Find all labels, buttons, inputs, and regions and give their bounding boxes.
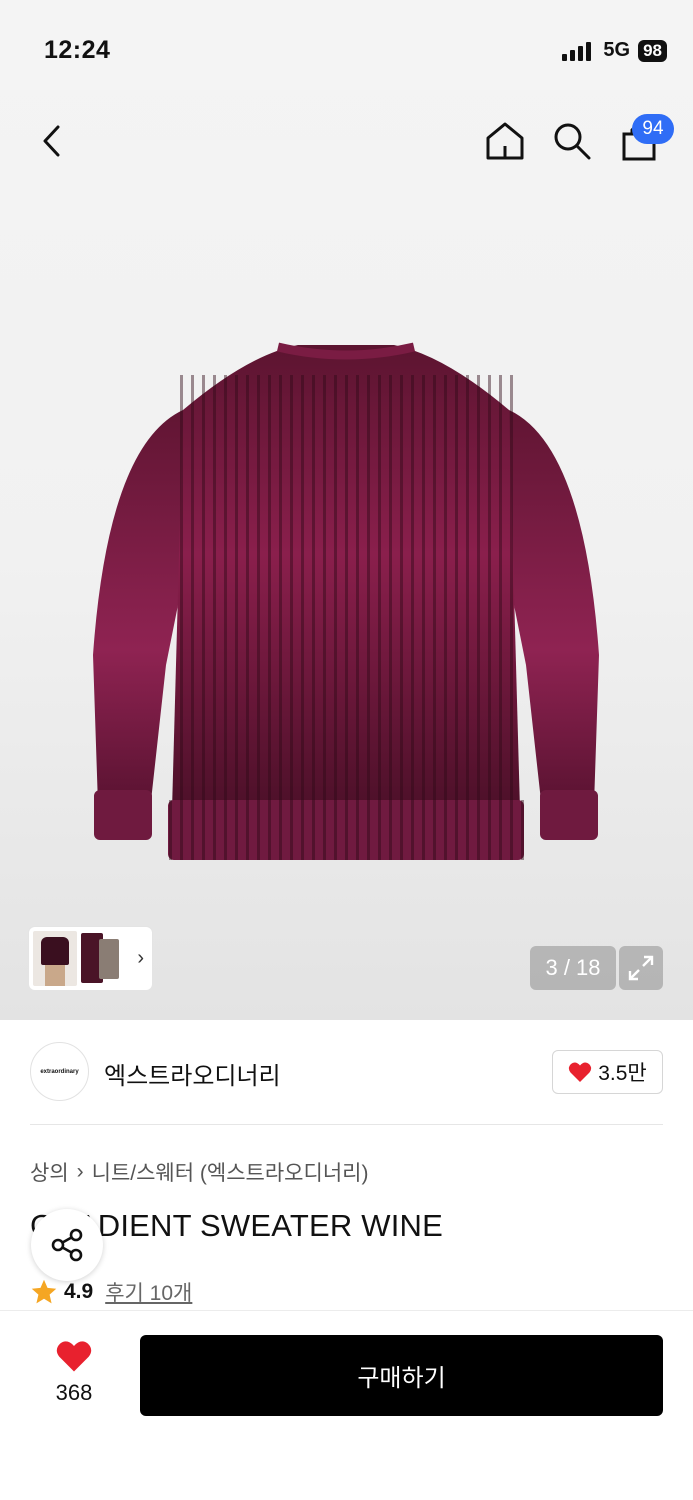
rating: 4.9 후기 10개 [30, 1277, 192, 1307]
back-button[interactable] [30, 118, 76, 164]
product-image-area[interactable]: 12:24 5G 98 94 › 3 / 18 [0, 0, 693, 1020]
home-icon [486, 122, 524, 160]
share-button[interactable] [31, 1209, 103, 1281]
heart-icon [569, 1062, 592, 1082]
status-indicators: 5G 98 [562, 39, 667, 62]
brand-like-button[interactable]: 3.5만 [552, 1050, 663, 1094]
breadcrumb-category[interactable]: 상의 [30, 1157, 69, 1187]
product-photo[interactable] [88, 335, 604, 865]
chevron-right-icon: › [137, 947, 144, 969]
search-button[interactable] [547, 116, 597, 166]
wishlist-count: 368 [55, 1380, 93, 1405]
home-button[interactable] [480, 116, 530, 166]
brand-row[interactable]: extraordinary 엑스트라오디너리 3.5만 [30, 1040, 663, 1102]
status-time: 12:24 [44, 36, 111, 64]
share-icon [51, 1228, 83, 1262]
review-link[interactable]: 후기 10개 [105, 1277, 192, 1307]
brand-logo[interactable]: extraordinary [30, 1042, 89, 1101]
brand-name[interactable]: 엑스트라오디너리 [104, 1056, 281, 1091]
breadcrumb-subcategory[interactable]: 니트/스웨터 (엑스트라오디너리) [92, 1157, 369, 1187]
battery-icon: 98 [638, 39, 667, 62]
heart-icon [56, 1341, 92, 1372]
chevron-left-icon [43, 125, 60, 157]
bottom-action-bar: 368 구매하기 [0, 1310, 693, 1500]
thumbnail-strip[interactable]: › [29, 927, 152, 990]
cart-count-badge: 94 [632, 114, 674, 144]
search-icon [554, 123, 591, 160]
divider [30, 1124, 663, 1125]
network-type: 5G [603, 39, 631, 61]
buy-button[interactable]: 구매하기 [140, 1335, 663, 1416]
breadcrumb: 상의 › 니트/스웨터 (엑스트라오디너리) [30, 1157, 368, 1187]
thumbnail-images[interactable] [33, 931, 123, 986]
star-icon [31, 1279, 57, 1304]
expand-button[interactable] [619, 946, 663, 990]
chevron-right-icon: › [76, 1160, 84, 1183]
expand-icon [628, 955, 654, 981]
image-counter: 3 / 18 [530, 946, 616, 990]
brand-logo-text: extraordinary [40, 1068, 79, 1075]
brand-like-count: 3.5만 [598, 1062, 647, 1085]
wishlist-button[interactable]: 368 [38, 1339, 110, 1406]
signal-icon [562, 41, 592, 61]
rating-value: 4.9 [64, 1280, 94, 1303]
status-bar: 12:24 5G 98 [0, 0, 693, 100]
